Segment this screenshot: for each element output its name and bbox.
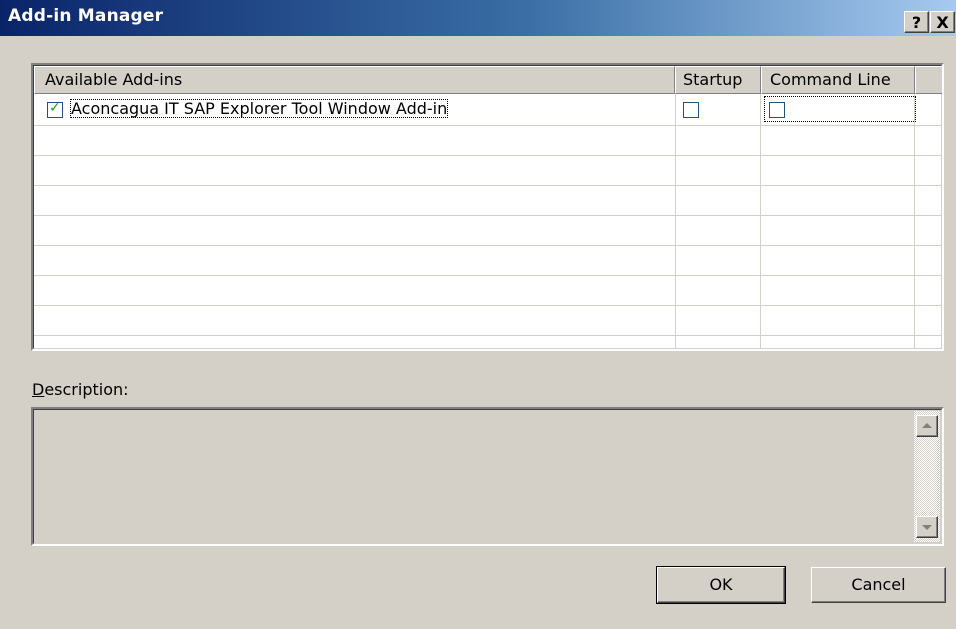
ok-button[interactable]: OK: [656, 566, 786, 604]
column-header-startup[interactable]: Startup: [675, 66, 761, 94]
description-scrollbar[interactable]: [914, 411, 940, 542]
row-divider: [34, 305, 941, 306]
row-divider: [34, 155, 941, 156]
help-button[interactable]: ?: [904, 11, 929, 33]
column-divider: [914, 94, 915, 349]
row-divider: [34, 335, 941, 336]
description-textbox[interactable]: [31, 407, 944, 546]
row-divider: [34, 185, 941, 186]
column-header-available-add-ins[interactable]: Available Add-ins: [34, 66, 675, 94]
row-divider: [34, 275, 941, 276]
column-header-filler: [915, 66, 942, 94]
row-divider: [34, 125, 941, 126]
add-in-row[interactable]: Aconcagua IT SAP Explorer Tool Window Ad…: [34, 95, 941, 125]
description-label: Description:: [32, 380, 129, 399]
arrow-down-icon: [922, 525, 932, 530]
add-in-name: Aconcagua IT SAP Explorer Tool Window Ad…: [70, 99, 449, 118]
window-title: Add-in Manager: [8, 6, 164, 26]
loaded-checkbox[interactable]: [47, 100, 63, 118]
close-button[interactable]: X: [930, 11, 955, 33]
row-divider: [34, 245, 941, 246]
scroll-up-button[interactable]: [916, 415, 938, 437]
scroll-down-button[interactable]: [916, 516, 938, 538]
arrow-up-icon: [922, 423, 932, 428]
cancel-button[interactable]: Cancel: [811, 567, 946, 603]
focus-rectangle: [764, 96, 916, 122]
add-ins-list[interactable]: Available Add-ins Startup Command Line A…: [31, 63, 944, 351]
startup-checkbox[interactable]: [683, 102, 699, 118]
row-divider: [34, 215, 941, 216]
title-bar: Add-in Manager ? X: [0, 0, 956, 36]
column-divider: [675, 94, 676, 349]
column-divider: [760, 94, 761, 349]
column-header-command-line[interactable]: Command Line: [761, 66, 915, 94]
